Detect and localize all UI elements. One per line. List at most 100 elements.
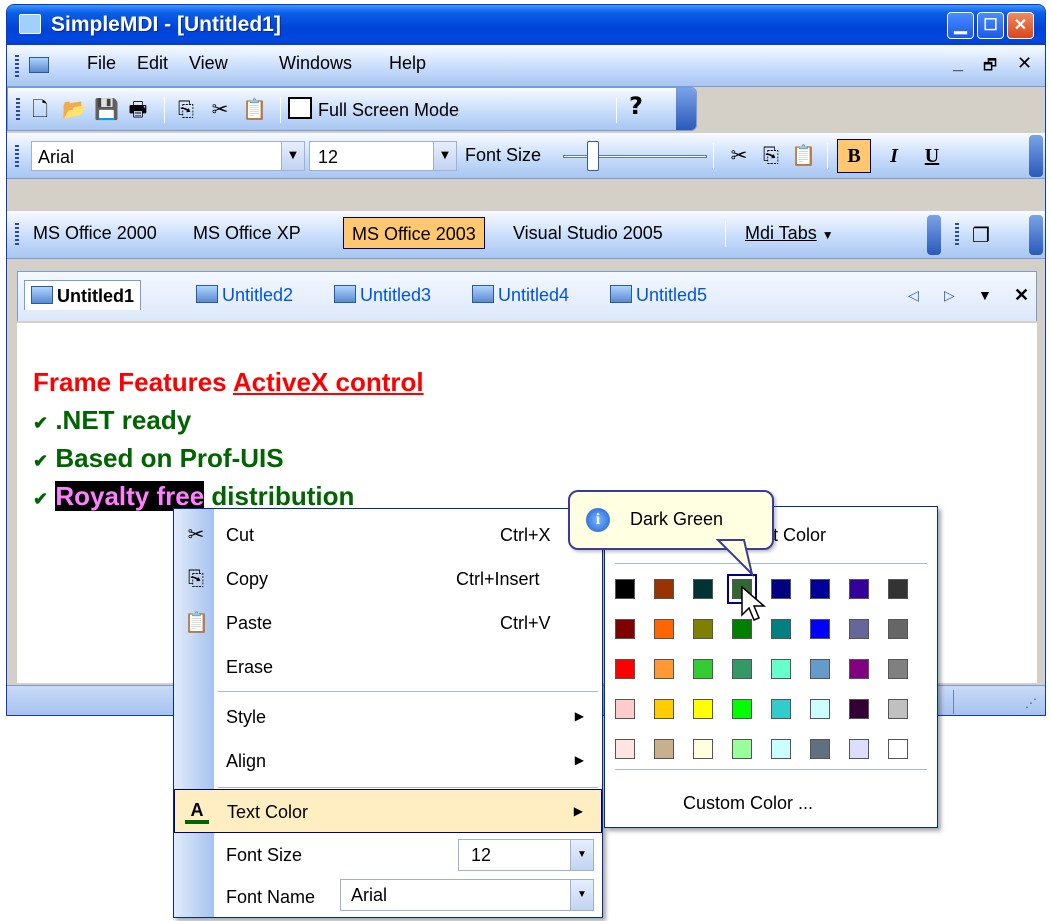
theme-office-2000[interactable]: MS Office 2000 [25,217,165,249]
color-swatch[interactable] [849,699,869,719]
theme-visual-studio-2005[interactable]: Visual Studio 2005 [505,217,671,249]
color-swatch[interactable] [849,739,869,759]
chevron-down-icon[interactable]: ▼ [570,880,593,910]
color-swatch[interactable] [654,579,674,599]
save-icon[interactable]: 💾 [94,97,119,121]
tab-untitled1[interactable]: Untitled1 [24,280,142,310]
mdi-restore-button[interactable]: 🗗 [983,55,997,80]
font-name-combo[interactable]: Arial ▼ [31,141,305,171]
format-toolbar-grip[interactable] [15,145,19,167]
font-name-combo[interactable]: Arial ▼ [340,879,594,911]
tab-untitled3[interactable]: Untitled3 [334,280,431,310]
tab-list-icon[interactable]: ▼ [978,280,992,310]
close-button[interactable]: ✕ [1007,12,1034,39]
color-swatch[interactable] [810,579,830,599]
selected-text[interactable]: Royalty free [55,481,205,511]
menu-item-style[interactable]: Style ▶ [174,695,602,739]
window-toolbar-grip[interactable] [955,223,959,245]
close-tab-icon[interactable]: ✕ [1014,280,1029,310]
themes-toolbar-grip[interactable] [15,223,19,245]
theme-office-2003[interactable]: MS Office 2003 [343,217,485,249]
print-icon[interactable]: 🖶 [126,97,150,121]
color-swatch[interactable] [810,739,830,759]
color-swatch[interactable] [771,739,791,759]
color-swatch[interactable] [615,659,635,679]
menu-item-align[interactable]: Align ▶ [174,739,602,783]
scroll-tabs-right-icon[interactable]: ▷ [944,280,955,310]
mdi-minimize-button[interactable]: _ [953,53,963,74]
toolbar-grip[interactable] [16,98,20,120]
mdi-tabs-dropdown[interactable]: Mdi Tabs ▼ [737,217,842,249]
underline-button[interactable]: U [917,139,947,173]
activex-link[interactable]: ActiveX control [233,367,424,397]
maximize-button[interactable]: ☐ [977,12,1004,39]
menu-windows[interactable]: Windows [279,53,352,74]
color-swatch[interactable] [888,699,908,719]
format-toolbar-overflow[interactable] [1029,135,1043,177]
help-icon[interactable]: ? [624,94,648,118]
color-swatch[interactable] [810,619,830,639]
color-swatch[interactable] [615,739,635,759]
open-folder-icon[interactable]: 📂 [62,97,87,121]
color-swatch[interactable] [732,659,752,679]
color-swatch[interactable] [732,699,752,719]
color-swatch[interactable] [810,699,830,719]
menu-help[interactable]: Help [389,53,426,74]
color-swatch[interactable] [693,739,713,759]
minimize-button[interactable]: ▁ [947,12,974,39]
theme-office-xp[interactable]: MS Office XP [185,217,309,249]
menu-item-text-color[interactable]: A Text Color ▶ [174,789,602,833]
title-bar[interactable]: SimpleMDI - [Untitled1] ▁ ☐ ✕ [7,5,1045,45]
chevron-down-icon[interactable]: ▼ [281,142,304,170]
menu-edit[interactable]: Edit [137,53,168,74]
chevron-down-icon[interactable]: ▼ [570,840,593,870]
copy-icon[interactable]: ⎘ [759,143,783,167]
font-size-slider-track[interactable] [563,155,707,158]
color-swatch[interactable] [771,619,791,639]
color-swatch[interactable] [849,619,869,639]
color-swatch[interactable] [888,619,908,639]
color-swatch[interactable] [654,659,674,679]
menu-item-cut[interactable]: ✂ Cut Ctrl+X [174,513,602,557]
menu-item-erase[interactable]: Erase [174,645,602,689]
color-swatch[interactable] [693,619,713,639]
custom-color-button[interactable]: Custom Color ... [683,793,813,814]
cut-icon[interactable]: ✂ [727,143,751,167]
color-swatch[interactable] [771,699,791,719]
window-toolbar-overflow[interactable] [1029,215,1043,255]
color-swatch[interactable] [693,659,713,679]
color-swatch[interactable] [615,699,635,719]
cascade-windows-icon[interactable]: ❐ [969,223,993,247]
chevron-down-icon[interactable]: ▼ [433,142,456,170]
font-size-combo[interactable]: 12 ▼ [458,839,594,871]
menu-bar-grip[interactable] [15,55,19,77]
color-swatch[interactable] [849,579,869,599]
full-screen-button[interactable]: Full Screen Mode [288,95,459,125]
color-swatch[interactable] [615,579,635,599]
mdi-close-button[interactable]: ✕ [1017,53,1032,74]
color-swatch[interactable] [771,659,791,679]
bold-button[interactable]: B [837,139,871,173]
color-swatch[interactable] [849,659,869,679]
themes-toolbar-overflow[interactable] [927,215,941,255]
color-swatch[interactable] [654,699,674,719]
scroll-tabs-left-icon[interactable]: ◁ [908,280,919,310]
color-swatch[interactable] [888,739,908,759]
mdi-doc-icon[interactable] [29,57,49,73]
font-size-slider-thumb[interactable] [587,141,599,171]
color-swatch[interactable] [810,659,830,679]
new-file-icon[interactable]: 🗋 [28,97,52,121]
color-swatch[interactable] [693,699,713,719]
color-swatch[interactable] [771,579,791,599]
color-swatch[interactable] [888,579,908,599]
menu-view[interactable]: View [189,53,228,74]
paste-icon[interactable]: 📋 [791,143,816,167]
color-swatch[interactable] [888,659,908,679]
color-swatch[interactable] [615,619,635,639]
resize-grip-icon[interactable]: ⋰ [1025,696,1037,710]
menu-item-copy[interactable]: ⎘ Copy Ctrl+Insert [174,557,602,601]
italic-button[interactable]: I [879,139,909,173]
menu-item-paste[interactable]: 📋 Paste Ctrl+V [174,601,602,645]
toolbar-overflow-button[interactable] [676,88,696,130]
color-swatch[interactable] [654,739,674,759]
